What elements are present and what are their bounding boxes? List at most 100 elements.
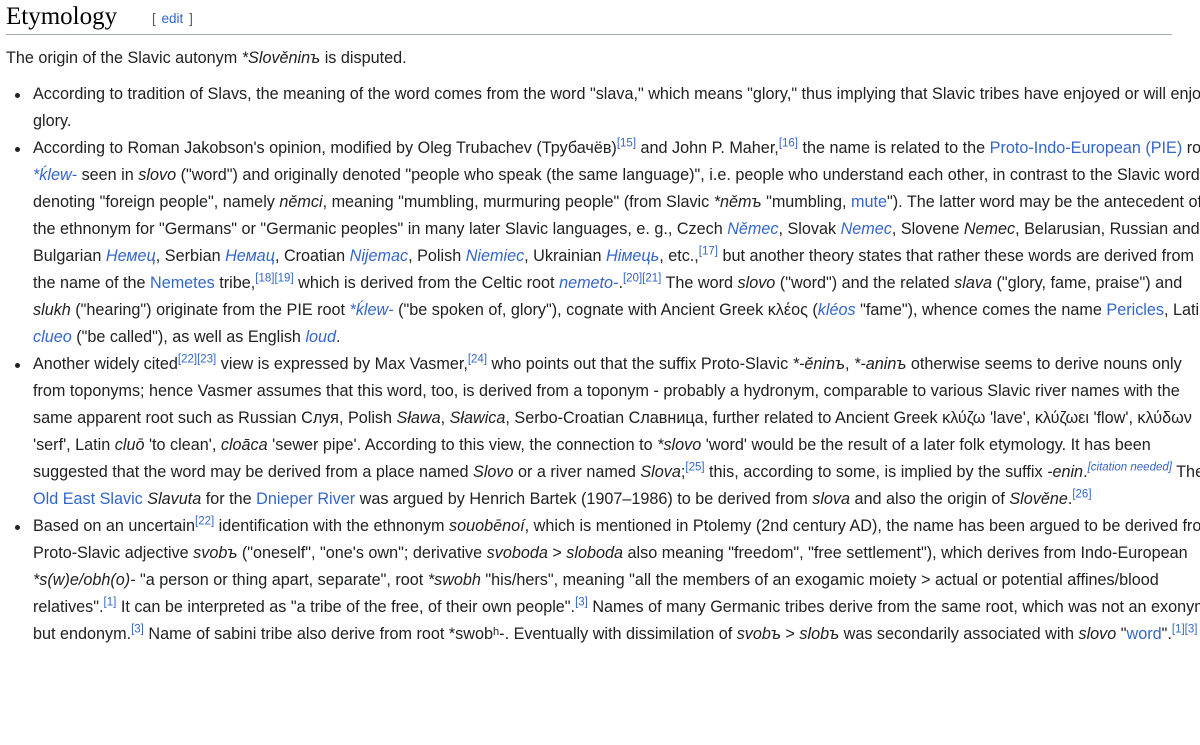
- link-text: Немац: [225, 247, 275, 265]
- citation-ref[interactable]: [16]: [779, 138, 798, 150]
- link-croatian-nijemac[interactable]: Nijemac: [350, 247, 408, 265]
- link-proto-indo-european[interactable]: Proto-Indo-European (PIE): [990, 139, 1183, 157]
- link-russian-nemets[interactable]: Немец: [106, 247, 156, 265]
- text: "mumbling,: [761, 193, 851, 211]
- link-old-east-slavic[interactable]: Old East Slavic: [33, 490, 143, 508]
- text: the name is related to the: [798, 139, 990, 157]
- text: ,: [845, 355, 855, 373]
- list-item-jakobson: According to Roman Jakobson's opinion, m…: [15, 135, 1200, 351]
- link-klew-root[interactable]: *ḱlew-: [33, 166, 77, 184]
- term: -enin: [1047, 463, 1084, 481]
- term: svoboda: [486, 544, 548, 562]
- link-text: Німець: [606, 247, 660, 265]
- link-mute[interactable]: mute: [851, 193, 887, 211]
- text: view is expressed by Max Vasmer,: [216, 355, 468, 373]
- text: also meaning "freedom", "free settlement…: [623, 544, 1188, 562]
- link-text: *ḱlew-: [349, 301, 394, 319]
- link-loud[interactable]: loud: [305, 328, 336, 346]
- citation-ref[interactable]: [17]: [699, 246, 718, 258]
- link-nemeto[interactable]: nemeto-: [559, 274, 618, 292]
- text: "a person or thing apart, separate", roo…: [135, 571, 428, 589]
- term: slava: [954, 274, 992, 292]
- link-nemetes[interactable]: Nemetes: [150, 274, 215, 292]
- text: seen in: [77, 166, 139, 184]
- link-polish-niemiec[interactable]: Niemiec: [466, 247, 524, 265]
- citation-ref[interactable]: [18]: [255, 273, 274, 285]
- citation-ref[interactable]: [21]: [642, 273, 661, 285]
- link-text: Němec: [727, 220, 779, 238]
- citation-ref[interactable]: [3]: [1185, 624, 1198, 636]
- text: identification with the ethnonym: [214, 517, 450, 535]
- link-ukrainian-nimets[interactable]: Німець: [606, 247, 659, 265]
- edit-section: [ edit ]: [152, 11, 193, 26]
- link-text: loud: [305, 328, 337, 346]
- link-pericles[interactable]: Pericles: [1106, 301, 1164, 319]
- citation-ref[interactable]: [22]: [195, 516, 214, 528]
- text: or a river named: [513, 463, 641, 481]
- citation-ref[interactable]: [24]: [468, 354, 487, 366]
- text: It can be interpreted as "a tribe of the…: [116, 598, 576, 616]
- text: ("word") and the related: [775, 274, 955, 292]
- citation-ref[interactable]: [15]: [617, 138, 636, 150]
- text: Based on an uncertain: [33, 517, 195, 535]
- list-item-tradition: According to tradition of Slavs, the mea…: [15, 81, 1200, 135]
- text: ("be spoken of, glory"), cognate with An…: [393, 301, 818, 319]
- link-klew-root-2[interactable]: *ḱlew-: [350, 301, 394, 319]
- citation-ref[interactable]: [19]: [274, 273, 293, 285]
- term: Nemec: [963, 220, 1016, 238]
- term: Slavuta: [147, 490, 202, 508]
- link-serbian-nemac[interactable]: Немац: [225, 247, 275, 265]
- term: Slovo: [473, 463, 514, 481]
- text: ("be called"), as well as English: [71, 328, 306, 346]
- term: slovo: [138, 166, 177, 184]
- text: and John P. Maher,: [636, 139, 779, 157]
- text: for the: [201, 490, 257, 508]
- text: Name of sabini tribe also derive from ro…: [143, 625, 737, 643]
- term: Slověne: [1009, 490, 1068, 508]
- link-slovak-nemec[interactable]: Nemec: [841, 220, 892, 238]
- text: , Ukrainian: [524, 247, 607, 265]
- term: slovo: [1078, 625, 1117, 643]
- citation-ref[interactable]: [20]: [623, 273, 642, 285]
- text: The: [1176, 463, 1200, 481]
- link-text: kléos: [817, 301, 856, 319]
- citation-ref[interactable]: [1]: [104, 597, 117, 609]
- text: According to Roman Jakobson's opinion, m…: [33, 139, 617, 157]
- text: root: [1186, 139, 1200, 157]
- term: *němъ: [713, 193, 762, 211]
- text: this, according to some, is implied by t…: [704, 463, 1048, 481]
- link-dnieper-river[interactable]: Dnieper River: [256, 490, 355, 508]
- text: ("oneself", "one's own"; derivative: [237, 544, 487, 562]
- citation-ref[interactable]: [26]: [1072, 489, 1091, 501]
- text: 'sewer pipe'. According to this view, th…: [267, 436, 658, 454]
- link-word[interactable]: word: [1127, 625, 1162, 643]
- term: slova: [812, 490, 851, 508]
- link-czech-nemec[interactable]: Němec: [727, 220, 778, 238]
- text: , Slovak: [778, 220, 841, 238]
- edit-bracket-open: [: [152, 11, 156, 26]
- citation-ref[interactable]: [22]: [178, 354, 197, 366]
- term: slovo: [737, 274, 776, 292]
- citation-ref[interactable]: [1]: [1172, 624, 1185, 636]
- term: Sławica: [449, 409, 506, 427]
- etymology-list: According to tradition of Slavs, the mea…: [0, 81, 1200, 648]
- citation-ref[interactable]: [23]: [197, 354, 216, 366]
- citation-needed-tag[interactable]: [citation needed]: [1088, 462, 1172, 474]
- citation-ref[interactable]: [25]: [685, 462, 704, 474]
- text: ,: [440, 409, 450, 427]
- autonym-term: *Slověninъ: [241, 49, 321, 67]
- text: , etc.,: [659, 247, 699, 265]
- text: According to tradition of Slavs, the mea…: [33, 85, 1200, 130]
- term: Slova: [640, 463, 681, 481]
- citation-ref[interactable]: [3]: [575, 597, 588, 609]
- text: , Croatian: [274, 247, 350, 265]
- section-title: Etymology: [6, 3, 118, 30]
- text: ("glory, fame, praise") and: [991, 274, 1183, 292]
- link-clueo[interactable]: clueo: [33, 328, 72, 346]
- text: , Latin: [1164, 301, 1200, 319]
- citation-ref[interactable]: [3]: [131, 624, 144, 636]
- edit-section-link[interactable]: edit: [162, 11, 184, 26]
- text: >: [547, 544, 567, 562]
- term: *s(w)e/obh(o)-: [33, 571, 136, 589]
- link-kleos[interactable]: kléos: [818, 301, 856, 319]
